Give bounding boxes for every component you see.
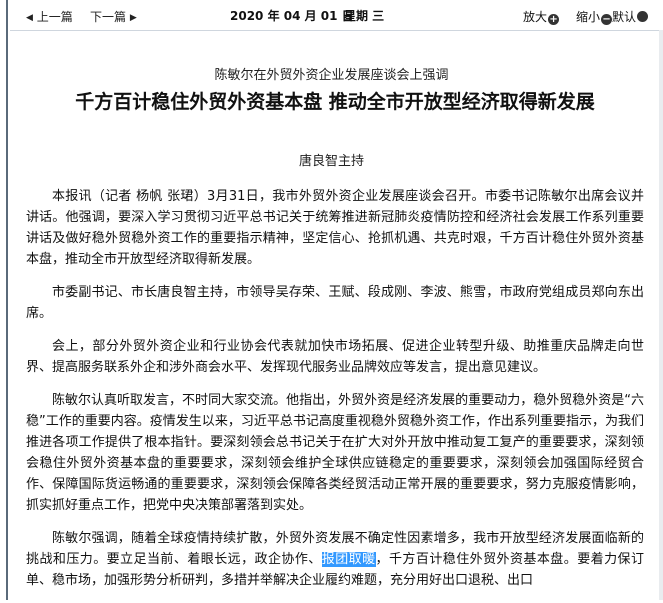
triangle-right-icon: ▶ — [129, 13, 137, 23]
selected-text[interactable]: 报团取暖 — [321, 552, 376, 567]
article-kicker: 陈敏尔在外贸外资企业发展座谈会上强调 — [214, 68, 449, 83]
article-paragraph: 陈敏尔认真听取发言，不时同大家交流。他指出，外贸外资是经济发展的重要动力，稳外贸… — [26, 393, 644, 513]
zoom-in-label: 放大 — [523, 10, 548, 24]
issue-weekday: 星期 三 — [344, 9, 385, 23]
article-body: 本报讯（记者 杨帆 张珺）3月31日，我市外贸外资企业发展座谈会召开。市委书记陈… — [26, 186, 644, 603]
left-border — [6, 0, 8, 600]
minus-circle-icon: − — [601, 14, 613, 25]
toolbar: ◀ 上一篇 下一篇 ▶ 2020 年 04 月 01 日 星期 三 放大 + 缩小… — [10, 0, 663, 31]
plus-circle-icon: + — [548, 14, 560, 25]
vertical-scrollbar[interactable] — [659, 30, 663, 600]
article-paragraph: 会上，部分外贸外资企业和行业协会代表就加快市场拓展、促进企业转型升级、助推重庆品… — [26, 339, 644, 375]
zoom-out-button[interactable]: 缩小 − — [576, 8, 613, 25]
next-article-link[interactable]: 下一篇 ▶ — [90, 8, 137, 25]
zoom-out-label: 缩小 — [576, 10, 601, 24]
prev-article-label: 上一篇 — [36, 10, 73, 24]
reset-zoom-button[interactable]: 默认 — [612, 8, 649, 25]
next-article-label: 下一篇 — [90, 10, 127, 24]
article-paragraph-last: 陈敏尔强调，随着全球疫情持续扩散，外贸外资发展不确定性因素增多，我市开放型经济发… — [26, 528, 644, 591]
article-paragraph: 本报讯（记者 杨帆 张珺）3月31日，我市外贸外资企业发展座谈会召开。市委书记陈… — [26, 189, 644, 267]
article-paragraph: 市委副书记、市长唐良智主持，市领导吴存荣、王赋、段成刚、李波、熊雪，市政府党组成… — [26, 285, 644, 321]
issue-date: 2020 年 04 月 01 日 — [230, 9, 354, 23]
article-subtitle: 唐良智主持 — [298, 154, 364, 169]
prev-article-link[interactable]: ◀ 上一篇 — [26, 8, 73, 25]
triangle-left-icon: ◀ — [26, 13, 33, 23]
reset-zoom-label: 默认 — [612, 10, 637, 24]
circle-icon — [637, 11, 649, 22]
article-title: 千方百计稳住外贸外资基本盘 推动全市开放型经济取得新发展 — [75, 91, 595, 113]
zoom-in-button[interactable]: 放大 + — [523, 8, 560, 25]
